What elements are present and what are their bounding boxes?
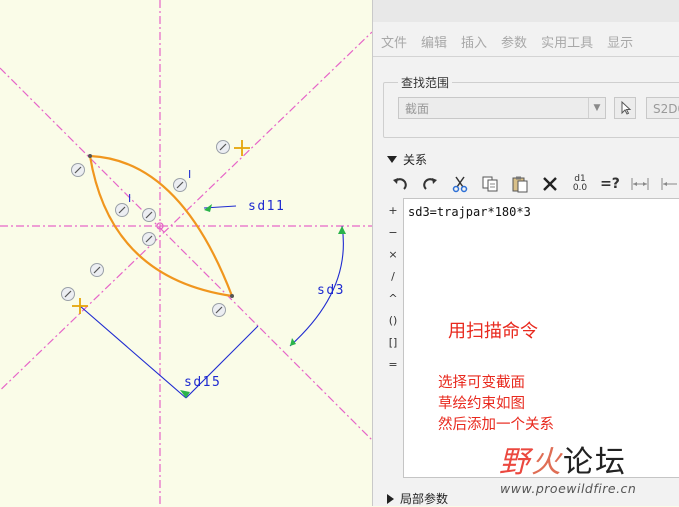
undo-button[interactable] xyxy=(387,172,413,196)
copy-button[interactable] xyxy=(477,172,503,196)
dialog-titlebar[interactable] xyxy=(373,0,679,22)
note-line-2: 草绘约束如图 xyxy=(438,396,525,412)
diagonal-centerline-a xyxy=(0,31,372,392)
menu-file[interactable]: 文件 xyxy=(381,32,407,51)
collapse-triangle-icon xyxy=(387,156,397,163)
relations-editor[interactable]: sd3=trajpar*180*3 用扫描命令 选择可变截面 草绘约束如图 然后… xyxy=(403,198,679,496)
operator-plus[interactable]: + xyxy=(385,200,401,222)
dimension-sort-icon xyxy=(631,178,649,190)
curve-endpoint-top[interactable] xyxy=(88,154,92,158)
menu-utilities[interactable]: 实用工具 xyxy=(541,32,593,51)
evaluate-button[interactable]: =? xyxy=(597,172,623,196)
paste-button[interactable] xyxy=(507,172,533,196)
dimension-arrows xyxy=(180,204,346,398)
watermark-url: www.proewildfire.cn xyxy=(500,481,637,496)
switch-dimensions-button[interactable]: d1 0.0 xyxy=(567,172,593,196)
sort-relations-button[interactable] xyxy=(627,172,653,196)
dimension-sd15[interactable]: sd15 xyxy=(184,375,221,390)
menu-separator xyxy=(373,56,679,57)
relation-line[interactable]: sd3=trajpar*180*3 xyxy=(408,205,531,219)
operator-multiply[interactable]: × xyxy=(385,244,401,266)
operator-parentheses[interactable]: () xyxy=(385,310,401,332)
chevron-down-icon[interactable]: ▼ xyxy=(588,98,605,118)
relations-toolbar: d1 0.0 =? xyxy=(387,172,679,196)
dimension-sd11[interactable]: sd11 xyxy=(248,199,285,214)
scissors-icon xyxy=(452,176,468,193)
delete-button[interactable] xyxy=(537,172,563,196)
scope-select[interactable]: 截面 ▼ xyxy=(398,97,606,119)
relations-section-header[interactable]: 关系 xyxy=(387,151,427,168)
operator-minus[interactable]: − xyxy=(385,222,401,244)
menu-edit[interactable]: 编辑 xyxy=(421,32,447,51)
dimension-sort-icon xyxy=(661,178,677,190)
relations-section-label: 关系 xyxy=(403,153,428,167)
expand-triangle-icon xyxy=(387,493,394,504)
operator-brackets[interactable]: [] xyxy=(385,332,401,354)
local-params-label: 局部参数 xyxy=(400,492,449,506)
sketch-canvas[interactable]: I I sd11 sd3 sd15 xyxy=(0,0,372,506)
cut-button[interactable] xyxy=(447,172,473,196)
operator-equals[interactable]: = xyxy=(385,354,401,376)
local-params-section-header[interactable]: 局部参数 xyxy=(387,490,448,507)
constraint-mark-lower: I xyxy=(128,192,131,205)
note-line-1: 选择可变截面 xyxy=(438,375,525,391)
search-scope-group: 查找范围 截面 ▼ S2D0 xyxy=(383,74,679,138)
watermark-char-1: 野 xyxy=(499,445,531,480)
section-name-field[interactable]: S2D0 xyxy=(646,97,679,119)
dimension-sd3[interactable]: sd3 xyxy=(317,283,345,298)
operator-power[interactable]: ^ xyxy=(385,288,401,310)
operator-divide[interactable]: / xyxy=(385,266,401,288)
watermark-char-3: 论坛 xyxy=(563,445,627,480)
switch-dims-value: 0.0 xyxy=(572,183,588,193)
scope-select-value: 截面 xyxy=(405,102,430,116)
watermark-logo: 野火论坛 xyxy=(499,437,627,481)
note-title: 用扫描命令 xyxy=(448,321,538,342)
copy-icon xyxy=(482,176,498,192)
curve-endpoint-bottom[interactable] xyxy=(230,294,234,298)
menu-insert[interactable]: 插入 xyxy=(461,32,487,51)
note-line-3: 然后添加一个关系 xyxy=(438,417,554,433)
select-pointer-button[interactable] xyxy=(614,97,636,119)
relations-dialog: 文件 编辑 插入 参数 实用工具 显示 查找范围 截面 ▼ S2D0 关系 xyxy=(372,0,679,506)
centerlines xyxy=(0,0,372,506)
note-lines: 选择可变截面 草绘约束如图 然后添加一个关系 xyxy=(438,373,554,436)
constraint-icon-glyphs xyxy=(64,143,227,314)
redo-icon xyxy=(423,178,437,190)
menu-bar: 文件 编辑 插入 参数 实用工具 显示 xyxy=(381,32,633,51)
sort-relations-button-2[interactable] xyxy=(657,172,679,196)
menu-parameters[interactable]: 参数 xyxy=(501,32,527,51)
watermark-char-2: 火 xyxy=(531,445,563,480)
x-icon xyxy=(543,177,557,191)
operator-column: + − × / ^ () [] = xyxy=(385,200,401,376)
constraint-mark-upper: I xyxy=(188,168,191,181)
search-scope-title: 查找范围 xyxy=(398,74,453,91)
cursor-arrow-icon xyxy=(621,100,632,115)
evaluate-label: =? xyxy=(600,176,620,192)
paste-icon xyxy=(512,176,528,193)
redo-button[interactable] xyxy=(417,172,443,196)
undo-icon xyxy=(393,178,407,190)
menu-display[interactable]: 显示 xyxy=(607,32,633,51)
